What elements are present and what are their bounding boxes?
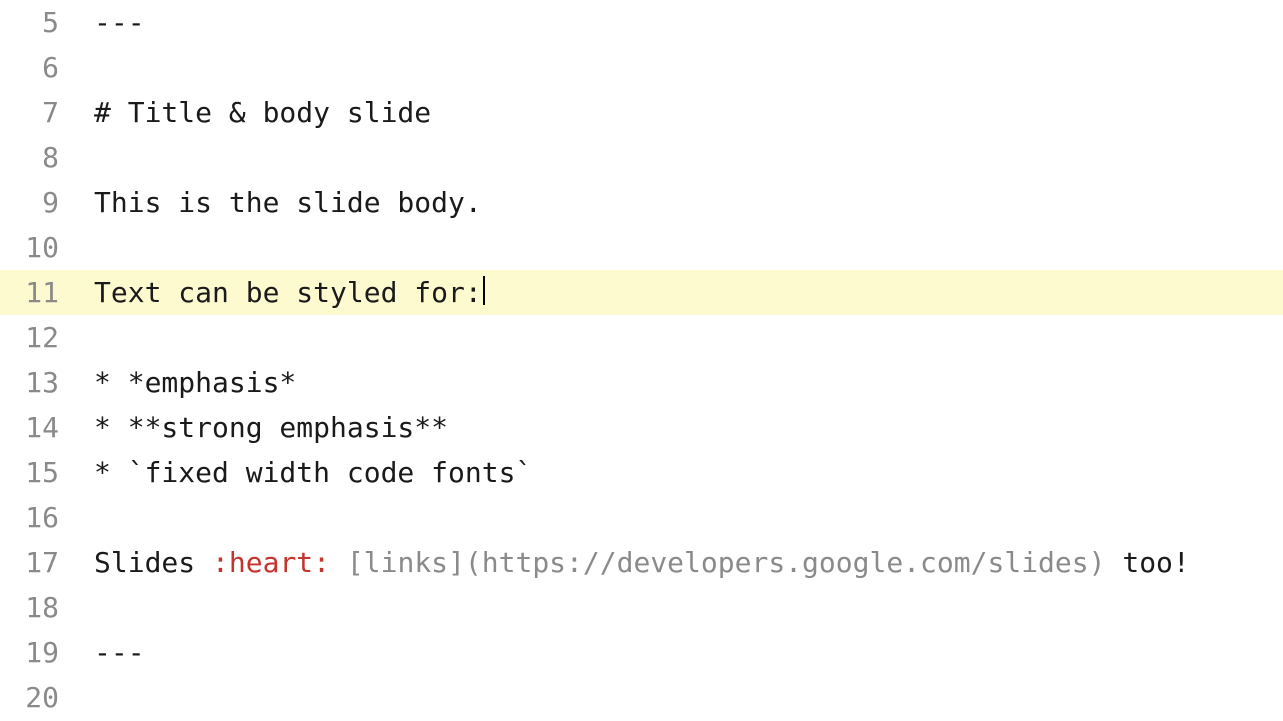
editor-line[interactable]: 12	[0, 315, 1283, 360]
editor-line[interactable]: 14 * **strong emphasis**	[0, 405, 1283, 450]
line-content[interactable]: This is the slide body.	[65, 180, 1283, 225]
line-content[interactable]: Text can be styled for:	[65, 270, 1283, 315]
token-plain: ---	[94, 636, 145, 669]
line-number: 8	[0, 135, 65, 180]
line-content[interactable]: Slides :heart: [links](https://developer…	[65, 540, 1283, 585]
line-number: 14	[0, 405, 65, 450]
token-plain: * **strong emphasis**	[94, 411, 448, 444]
line-number: 9	[0, 180, 65, 225]
editor-line[interactable]: 16	[0, 495, 1283, 540]
token-plain: * `fixed width code fonts`	[94, 456, 532, 489]
editor-line[interactable]: 19 ---	[0, 630, 1283, 675]
line-content[interactable]: ---	[65, 630, 1283, 675]
editor-line[interactable]: 18	[0, 585, 1283, 630]
line-number: 15	[0, 450, 65, 495]
editor-line[interactable]: 9 This is the slide body.	[0, 180, 1283, 225]
line-number: 19	[0, 630, 65, 675]
line-number: 7	[0, 90, 65, 135]
token-plain: * *emphasis*	[94, 366, 296, 399]
token-plain: too!	[1105, 546, 1189, 579]
line-content[interactable]: ---	[65, 0, 1283, 45]
line-number: 16	[0, 495, 65, 540]
line-number: 13	[0, 360, 65, 405]
line-number: 20	[0, 675, 65, 720]
line-content[interactable]: * `fixed width code fonts`	[65, 450, 1283, 495]
editor-line[interactable]: 17Slides :heart: [links](https://develop…	[0, 540, 1283, 585]
line-number: 18	[0, 585, 65, 630]
editor-line[interactable]: 20	[0, 675, 1283, 720]
editor-line[interactable]: 15 * `fixed width code fonts`	[0, 450, 1283, 495]
line-number: 5	[0, 0, 65, 45]
token-plain: Slides	[94, 546, 212, 579]
editor-line[interactable]: 13 * *emphasis*	[0, 360, 1283, 405]
text-cursor	[483, 276, 485, 305]
code-editor[interactable]: 5 --- 67 # Title & body slide 89 This is the …	[0, 0, 1283, 720]
line-content[interactable]: * **strong emphasis**	[65, 405, 1283, 450]
token-plain	[330, 546, 347, 579]
line-number: 11	[0, 270, 65, 315]
token-emoji: :heart:	[212, 546, 330, 579]
editor-line[interactable]: 5 ---	[0, 0, 1283, 45]
line-number: 6	[0, 45, 65, 90]
token-link: [links](https://developers.google.com/sl…	[347, 546, 1106, 579]
editor-line[interactable]: 10	[0, 225, 1283, 270]
line-content[interactable]: # Title & body slide	[65, 90, 1283, 135]
line-number: 12	[0, 315, 65, 360]
line-content[interactable]: * *emphasis*	[65, 360, 1283, 405]
line-number: 17	[0, 540, 65, 585]
editor-line[interactable]: 7 # Title & body slide	[0, 90, 1283, 135]
editor-line[interactable]: 11 Text can be styled for:	[0, 270, 1283, 315]
editor-line[interactable]: 6	[0, 45, 1283, 90]
token-plain: ---	[94, 6, 145, 39]
editor-line[interactable]: 8	[0, 135, 1283, 180]
token-plain: Text can be styled for:	[94, 276, 482, 309]
token-plain: # Title & body slide	[94, 96, 431, 129]
token-plain: This is the slide body.	[94, 186, 482, 219]
line-number: 10	[0, 225, 65, 270]
